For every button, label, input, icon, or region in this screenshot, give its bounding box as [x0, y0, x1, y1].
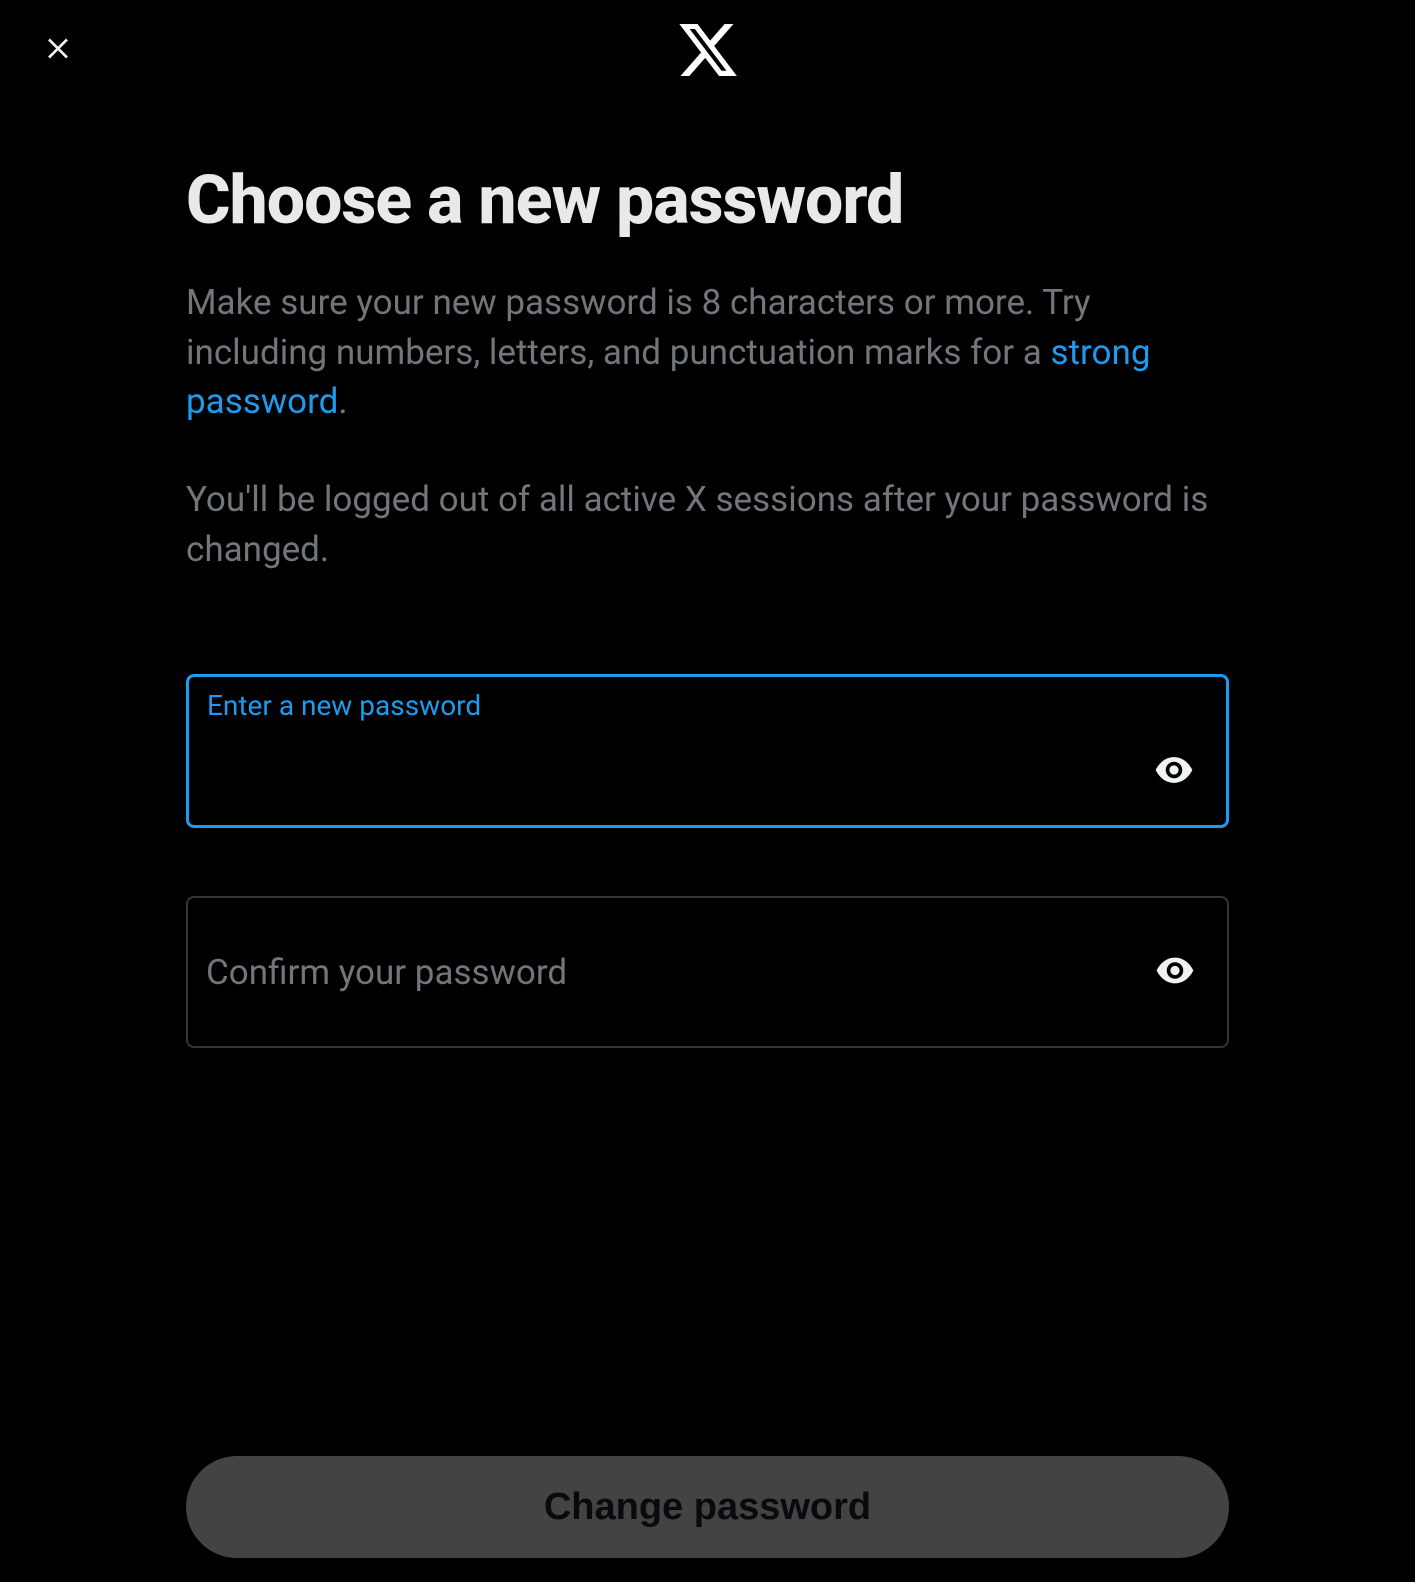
new-password-group: Enter a new password	[186, 674, 1229, 828]
description-text-prefix: Make sure your new password is 8 charact…	[186, 282, 1091, 373]
confirm-password-wrapper: Confirm your password	[186, 896, 1229, 1048]
submit-area: Change password	[186, 1456, 1229, 1582]
change-password-button[interactable]: Change password	[186, 1456, 1229, 1558]
close-button[interactable]	[34, 25, 82, 76]
modal-header	[0, 0, 1415, 100]
confirm-password-input[interactable]	[188, 898, 1227, 1046]
password-description: Make sure your new password is 8 charact…	[186, 278, 1229, 427]
eye-icon	[1152, 748, 1196, 795]
password-change-modal: Choose a new password Make sure your new…	[0, 0, 1415, 1582]
description-text-suffix: .	[338, 381, 347, 422]
page-title: Choose a new password	[186, 160, 1229, 240]
new-password-wrapper: Enter a new password	[186, 674, 1229, 828]
eye-icon	[1153, 949, 1197, 996]
confirm-password-group: Confirm your password	[186, 896, 1229, 1048]
x-logo	[676, 18, 740, 82]
modal-content: Choose a new password Make sure your new…	[0, 100, 1415, 1582]
reveal-new-password-button[interactable]	[1146, 742, 1202, 801]
logout-notice: You'll be logged out of all active X ses…	[186, 475, 1229, 574]
close-icon	[42, 33, 74, 68]
reveal-confirm-password-button[interactable]	[1147, 943, 1203, 1002]
new-password-input[interactable]	[189, 677, 1226, 825]
